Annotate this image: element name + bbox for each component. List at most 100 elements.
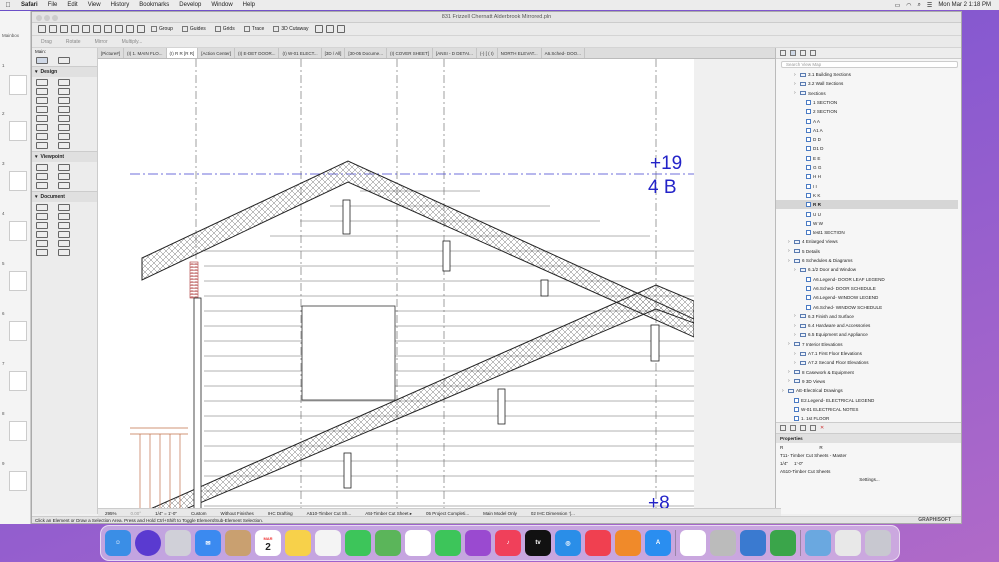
pointer-icon[interactable] xyxy=(36,57,48,64)
navigator-item[interactable]: › AE-Electrical Drawings xyxy=(776,386,958,395)
navigator-item[interactable]: H H xyxy=(776,172,958,181)
navigator-item[interactable]: › 4 Enlarged Views xyxy=(776,237,958,246)
section-drawing-canvas[interactable]: +19 4 B +8 xyxy=(130,59,694,510)
guides-button[interactable]: Guides xyxy=(179,26,209,32)
line-tool-icon[interactable] xyxy=(58,222,70,229)
roof-tool-icon[interactable] xyxy=(58,106,70,113)
settings-icon[interactable] xyxy=(810,425,816,431)
navigator-item[interactable]: D1 D xyxy=(776,144,958,153)
notes-icon[interactable] xyxy=(285,530,311,556)
fit-icon[interactable] xyxy=(104,25,112,33)
navigator-item[interactable]: A6.Sched- DOOR SCHEDULE xyxy=(776,284,958,293)
navigator-item[interactable]: › 6.3 Finish and Surface xyxy=(776,312,958,321)
navigator-search-input[interactable]: Search View Map xyxy=(781,61,958,68)
menu-edit[interactable]: Edit xyxy=(62,2,82,8)
preview-icon[interactable] xyxy=(710,530,736,556)
menu-window[interactable]: Window xyxy=(206,2,237,8)
lamp-tool-icon[interactable] xyxy=(58,142,70,149)
drawing-tool-icon[interactable] xyxy=(36,240,48,247)
navigator-item[interactable]: A A xyxy=(776,117,958,126)
navigator-item[interactable]: A6.Sched- WINDOW SCHEDULE xyxy=(776,303,958,312)
mirror-button[interactable]: Mirror xyxy=(92,39,111,45)
messages-icon[interactable] xyxy=(435,530,461,556)
curtain-wall-tool-icon[interactable] xyxy=(36,124,48,131)
control-center-icon[interactable]: ☰ xyxy=(927,2,932,9)
railing-tool-icon[interactable] xyxy=(36,106,48,113)
news-icon[interactable] xyxy=(585,530,611,556)
page-thumbnail[interactable] xyxy=(9,471,27,491)
measure-icon[interactable] xyxy=(314,25,323,33)
tv-icon[interactable]: tv xyxy=(525,530,551,556)
page-thumbnail[interactable] xyxy=(9,75,27,95)
redo-icon[interactable] xyxy=(71,25,79,33)
navigator-item[interactable]: › 9 3D Views xyxy=(776,377,958,386)
mail-icon[interactable]: ✉ xyxy=(195,530,221,556)
siri-icon[interactable] xyxy=(135,530,161,556)
navigator-item[interactable]: I I xyxy=(776,182,958,191)
launchpad-icon[interactable] xyxy=(165,530,191,556)
navigator-item[interactable]: U U xyxy=(776,210,958,219)
window-tool-icon[interactable] xyxy=(58,88,70,95)
photos-icon[interactable]: ✿ xyxy=(405,530,431,556)
page-thumbnail[interactable] xyxy=(9,371,27,391)
menu-view[interactable]: View xyxy=(83,2,106,8)
navigator-item[interactable]: › A7.1 First Floor Elevations xyxy=(776,349,958,358)
tab-e-det-door[interactable]: (I) E-DET DOOR... xyxy=(235,48,280,58)
worksheet-tool-icon[interactable] xyxy=(58,173,70,180)
navigator-item[interactable]: D D xyxy=(776,135,958,144)
object-tool-icon[interactable] xyxy=(36,142,48,149)
magic-wand-icon[interactable] xyxy=(325,25,334,33)
wall-tool-icon[interactable] xyxy=(36,79,48,86)
navigator-item[interactable]: › 3.1 Building Sections xyxy=(776,70,958,79)
navigator-item[interactable]: E E xyxy=(776,154,958,163)
menu-help[interactable]: Help xyxy=(238,2,260,8)
drag-button[interactable]: Drag xyxy=(38,39,55,45)
tab-w01-elect[interactable]: (I) W-01 ELECT... xyxy=(279,48,322,58)
navigator-item[interactable]: › 7 Interior Elevations xyxy=(776,340,958,349)
delete-icon[interactable]: ✕ xyxy=(820,425,824,431)
tab-a6-sched-doo[interactable]: A6.Sched- DOO... xyxy=(542,48,585,58)
eyedropper-icon[interactable] xyxy=(137,25,145,33)
figure-tool-icon[interactable] xyxy=(58,240,70,247)
prop-scale[interactable]: 1/4" xyxy=(780,461,788,466)
publisher-icon[interactable] xyxy=(810,50,816,56)
view-map-icon[interactable] xyxy=(790,50,796,56)
navigator-item[interactable]: › A7.2 Second Floor Elevations xyxy=(776,358,958,367)
interior-elevation-tool-icon[interactable] xyxy=(36,173,48,180)
group-button[interactable]: Group xyxy=(148,26,176,32)
project-map-icon[interactable] xyxy=(780,50,786,56)
dimension-tool-icon[interactable] xyxy=(36,204,48,211)
menu-history[interactable]: History xyxy=(106,2,135,8)
arc-tool-icon[interactable] xyxy=(36,231,48,238)
navigator-item[interactable]: W-01 ELECTRICAL NOTES xyxy=(776,405,958,414)
mainbox-icon[interactable] xyxy=(740,530,766,556)
save-view-icon[interactable] xyxy=(800,425,806,431)
navigator-item[interactable]: A6.Legend- DOOR LEAF LEGEND xyxy=(776,275,958,284)
section-tool-icon[interactable] xyxy=(36,164,48,171)
clone-icon[interactable] xyxy=(790,425,796,431)
navigator-item[interactable]: › 6.1/2 Door and Window xyxy=(776,265,958,274)
tab-north-elevat[interactable]: NORTH ELEVAT... xyxy=(498,48,542,58)
numbers-icon[interactable] xyxy=(770,530,796,556)
maps-icon[interactable] xyxy=(375,530,401,556)
facetime-icon[interactable] xyxy=(345,530,371,556)
prop-sheet[interactable]: A510-Timber Cut Sheets xyxy=(780,469,830,474)
page-thumbnail[interactable] xyxy=(9,271,27,291)
column-tool-icon[interactable] xyxy=(58,79,70,86)
tab-ansi-d-detai[interactable]: [ANSI - D DETAI... xyxy=(433,48,477,58)
clock-label[interactable]: Mon Mar 2 1:18 PM xyxy=(938,2,991,8)
document-stack-icon[interactable] xyxy=(835,530,861,556)
new-icon[interactable] xyxy=(38,25,46,33)
downloads-folder-icon[interactable] xyxy=(805,530,831,556)
trace-button[interactable]: Trace xyxy=(241,26,268,32)
elevation-tool-icon[interactable] xyxy=(58,164,70,171)
navigator-item[interactable]: 1 SECTION xyxy=(776,98,958,107)
tab-action-center[interactable]: [Action Center] xyxy=(198,48,236,58)
design-group-header[interactable]: ▾ Design xyxy=(32,66,97,77)
search-icon[interactable]: ⌕ xyxy=(918,2,921,9)
podcasts-icon[interactable] xyxy=(465,530,491,556)
navigator-item[interactable]: G G xyxy=(776,163,958,172)
navigator-item[interactable]: 2 SECTION xyxy=(776,107,958,116)
shell-tool-icon[interactable] xyxy=(36,115,48,122)
navigator-item[interactable]: › 8 Casework & Equipment xyxy=(776,368,958,377)
